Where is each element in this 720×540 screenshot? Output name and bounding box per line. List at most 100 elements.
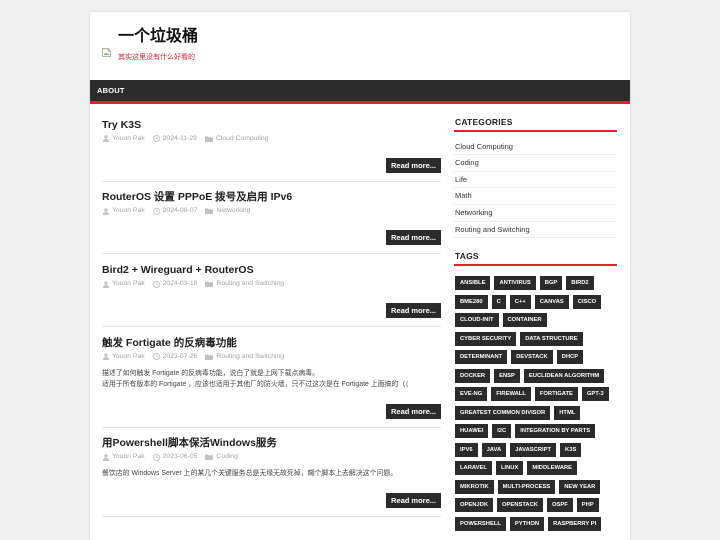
folder-icon bbox=[205, 454, 214, 461]
post-title: 用Powershell脚本保活Windows服务 bbox=[102, 436, 441, 450]
clock-icon bbox=[152, 353, 160, 361]
post-date: 2023-07-26 bbox=[162, 352, 198, 360]
post-category[interactable]: Routing and Switching bbox=[216, 279, 284, 289]
post-author[interactable]: Youon Pak bbox=[112, 352, 145, 362]
tag-link[interactable]: CYBER SECURITY bbox=[455, 331, 517, 346]
post-author[interactable]: Youon Pak bbox=[112, 279, 145, 289]
clock-icon bbox=[152, 135, 160, 143]
category-item[interactable]: Coding bbox=[454, 155, 617, 172]
tag-link[interactable]: JAVASCRIPT bbox=[510, 442, 557, 457]
tag-row: DETERMINANT DEVSTACK DHCP bbox=[455, 350, 617, 365]
tag-link[interactable]: EVE-NG bbox=[455, 387, 488, 402]
post-category[interactable]: Coding bbox=[216, 452, 238, 462]
tag-link[interactable]: DOCKER bbox=[455, 368, 491, 383]
post-excerpt-line: 适用于所有版本的 Fortigate ，应该也适用于其他厂的防火墙，只不过这次是… bbox=[102, 380, 409, 388]
post-date: 2024-08-07 bbox=[162, 207, 198, 215]
tag-link[interactable]: GREATEST COMMON DIVISOR bbox=[455, 405, 551, 420]
post-author[interactable]: Youon Pak bbox=[112, 452, 145, 462]
tag-link[interactable]: BIRD2 bbox=[566, 276, 594, 291]
categories-widget: CATEGORIES Cloud Computing Coding Life Math… bbox=[454, 116, 617, 239]
post-category[interactable]: Networking bbox=[216, 206, 250, 216]
tag-row: CYBER SECURITY DATA STRUCTURE bbox=[455, 331, 617, 346]
tag-link[interactable]: PHP bbox=[576, 498, 599, 513]
post-author[interactable]: Youon Pak bbox=[112, 206, 145, 216]
tag-link[interactable]: OPENJDK bbox=[455, 498, 494, 513]
read-more-wrap: Read more... bbox=[102, 401, 441, 419]
tag-link[interactable]: PYTHON bbox=[509, 516, 545, 531]
tag-link[interactable]: C++ bbox=[509, 294, 531, 309]
category-item[interactable]: Routing and Switching bbox=[454, 222, 617, 239]
tag-row: ANSIBLE ANTIVIRUS BGP BIRD2 bbox=[455, 276, 617, 291]
tag-link[interactable]: CONTAINER bbox=[502, 313, 547, 328]
post-category[interactable]: Routing and Switching bbox=[216, 352, 284, 362]
read-more-button[interactable]: Read more... bbox=[385, 230, 441, 246]
tag-row: IPV6 JAVA JAVASCRIPT K3S bbox=[455, 442, 617, 457]
read-more-button[interactable]: Read more... bbox=[385, 157, 441, 173]
user-icon bbox=[103, 280, 109, 288]
category-item[interactable]: Networking bbox=[454, 205, 617, 222]
tag-link[interactable]: C bbox=[491, 294, 506, 309]
broken-image-icon[interactable] bbox=[102, 44, 111, 57]
tag-link[interactable]: LINUX bbox=[495, 461, 524, 476]
tag-link[interactable]: GPT-3 bbox=[581, 387, 609, 402]
tag-link[interactable]: FIREWALL bbox=[491, 387, 531, 402]
post-date: 2023-06-05 bbox=[162, 453, 198, 461]
post-title: Bird2 + Wireguard + RouterOS bbox=[102, 263, 441, 277]
tag-link[interactable]: CANVAS bbox=[534, 294, 569, 309]
tag-link[interactable]: CLOUD-INIT bbox=[455, 313, 499, 328]
tag-link[interactable]: BGP bbox=[539, 276, 563, 291]
post-category[interactable]: Cloud Computing bbox=[216, 134, 269, 144]
post-title-link[interactable]: RouterOS 设置 PPPoE 拨号及启用 IPv6 bbox=[102, 191, 292, 203]
tag-link[interactable]: INTEGRATION BY PARTS bbox=[515, 424, 596, 439]
post-title-link[interactable]: Bird2 + Wireguard + RouterOS bbox=[102, 264, 254, 276]
tag-link[interactable]: MIKROTIK bbox=[455, 479, 494, 494]
tag-link[interactable]: DEVSTACK bbox=[511, 350, 553, 365]
post-date: 2024-03-18 bbox=[162, 280, 198, 288]
post-excerpt-line: 描述了如何触发 Fortigate 的反病毒功能，说白了就是上网下载点病毒。 bbox=[102, 369, 320, 377]
folder-icon bbox=[204, 136, 213, 142]
read-more-button[interactable]: Read more... bbox=[385, 403, 441, 419]
tag-link[interactable]: ENSP bbox=[494, 368, 520, 383]
tag-link[interactable]: POWERSHELL bbox=[455, 516, 506, 531]
tag-link[interactable]: K3S bbox=[560, 442, 582, 457]
category-item[interactable]: Math bbox=[454, 188, 617, 206]
page-container: 一个垃圾桶 其实这里没有什么好看的 ABOUT Try K3S Youon Pak… bbox=[90, 12, 630, 540]
post-title-link[interactable]: 触发 Fortigate 的反病毒功能 bbox=[102, 337, 237, 349]
tag-link[interactable]: FORTIGATE bbox=[534, 387, 578, 402]
post-author[interactable]: Youon Pak bbox=[112, 134, 145, 144]
tag-link[interactable]: RASPBERRY PI bbox=[548, 516, 602, 531]
tag-link[interactable]: EUCLIDEAN ALGORITHM bbox=[523, 368, 605, 383]
categories-heading: CATEGORIES bbox=[454, 116, 617, 132]
tag-row: CLOUD-INIT CONTAINER bbox=[455, 313, 617, 328]
tag-link[interactable]: BME280 bbox=[455, 294, 488, 309]
tag-link[interactable]: DATA STRUCTURE bbox=[520, 331, 583, 346]
site-title[interactable]: 一个垃圾桶 bbox=[118, 27, 198, 47]
tag-link[interactable]: ANSIBLE bbox=[455, 276, 491, 291]
tag-link[interactable]: MIDDLEWARE bbox=[527, 461, 577, 476]
tag-link[interactable]: CISCO bbox=[572, 294, 602, 309]
read-more-button[interactable]: Read more... bbox=[385, 493, 441, 509]
category-item[interactable]: Cloud Computing bbox=[454, 139, 617, 156]
nav-item-about[interactable]: ABOUT bbox=[90, 80, 132, 101]
tag-link[interactable]: HTML bbox=[554, 405, 581, 420]
read-more-button[interactable]: Read more... bbox=[385, 303, 441, 319]
post-title-link[interactable]: Try K3S bbox=[102, 119, 141, 131]
post: Try K3S Youon Pak 2024-11-29 Cloud Computin… bbox=[102, 109, 441, 182]
tag-link[interactable]: OSPF bbox=[547, 498, 573, 513]
tag-link[interactable]: JAVA bbox=[481, 442, 507, 457]
tag-link[interactable]: HUAWEI bbox=[455, 424, 489, 439]
tag-link[interactable]: DHCP bbox=[556, 350, 584, 365]
tag-link[interactable]: OPENSTACK bbox=[497, 498, 543, 513]
tag-link[interactable]: NEW YEAR bbox=[559, 479, 601, 494]
tag-link[interactable]: MULTI-PROCESS bbox=[497, 479, 556, 494]
tag-link[interactable]: LARAVEL bbox=[455, 461, 492, 476]
tag-link[interactable]: IPV6 bbox=[455, 442, 478, 457]
tag-row: LARAVEL LINUX MIDDLEWARE bbox=[455, 461, 617, 476]
tag-link[interactable]: I2C bbox=[492, 424, 512, 439]
category-item[interactable]: Life bbox=[454, 172, 617, 189]
post-title-link[interactable]: 用Powershell脚本保活Windows服务 bbox=[102, 437, 277, 449]
tag-link[interactable]: DETERMINANT bbox=[455, 350, 508, 365]
tag-link[interactable]: ANTIVIRUS bbox=[494, 276, 536, 291]
post-meta: Youon Pak 2023-07-26 Routing and Switching bbox=[102, 352, 441, 362]
read-more-wrap: Read more... bbox=[102, 490, 441, 509]
